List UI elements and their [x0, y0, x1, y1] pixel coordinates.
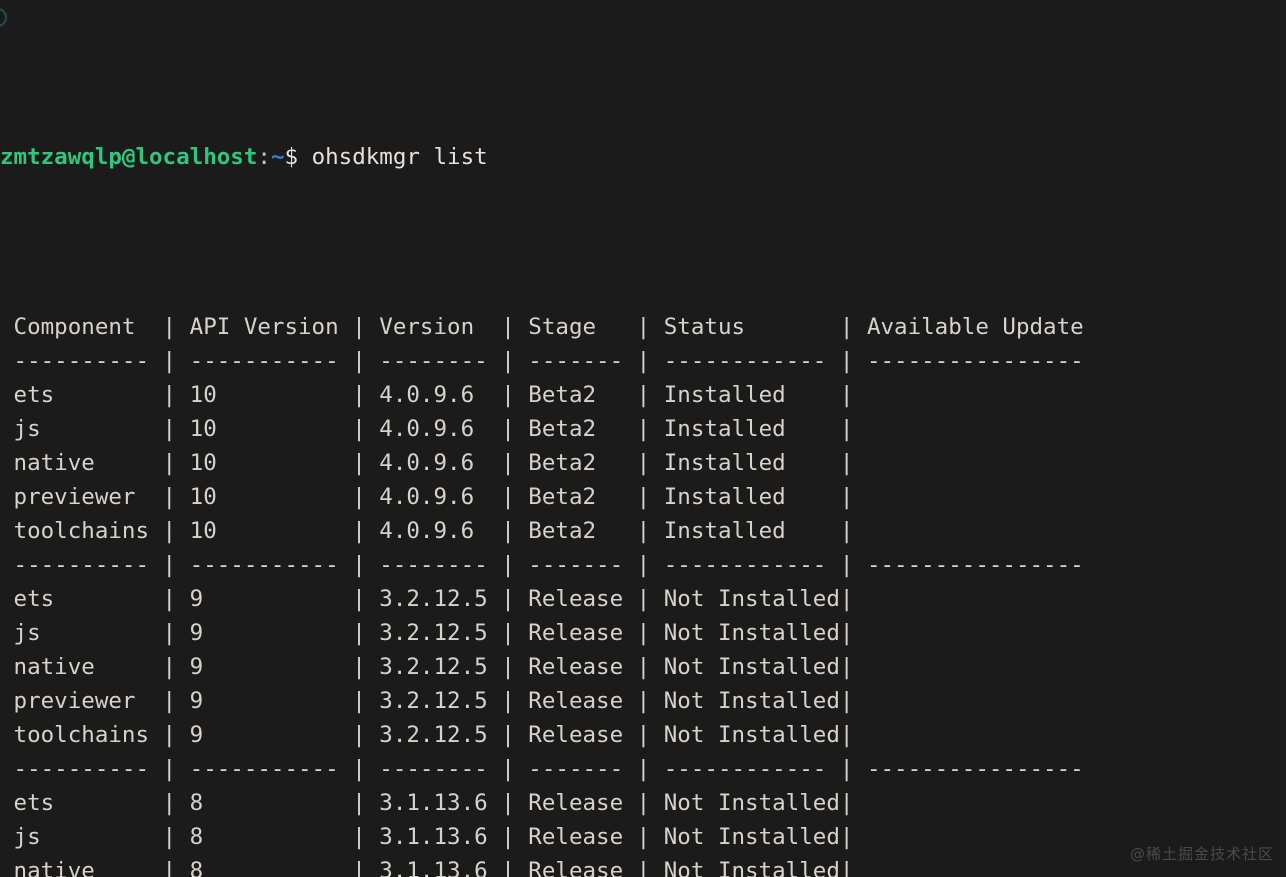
prompt-command-text: ohsdkmgr list [311, 144, 488, 170]
table-row: native | 10 | 4.0.9.6 | Beta2 | Installe… [0, 450, 854, 476]
prompt-user-host: zmtzawqlp@localhost [0, 144, 258, 170]
table-row: native | 9 | 3.2.12.5 | Release | Not In… [0, 654, 854, 680]
table-separator-row: ---------- | ----------- | -------- | --… [0, 552, 1084, 578]
table-row: ets | 10 | 4.0.9.6 | Beta2 | Installed | [0, 382, 854, 408]
table-row: js | 9 | 3.2.12.5 | Release | Not Instal… [0, 620, 854, 646]
table-separator-row: ---------- | ----------- | -------- | --… [0, 348, 1084, 374]
table-row: toolchains | 10 | 4.0.9.6 | Beta2 | Inst… [0, 518, 854, 544]
table-row: native | 8 | 3.1.13.6 | Release | Not In… [0, 858, 854, 877]
prompt-line-command: zmtzawqlp@localhost:~$ ohsdkmgr list [0, 140, 1084, 174]
table-row: previewer | 10 | 4.0.9.6 | Beta2 | Insta… [0, 484, 854, 510]
table-separator-row: ---------- | ----------- | -------- | --… [0, 756, 1084, 782]
table-row: js | 8 | 3.1.13.6 | Release | Not Instal… [0, 824, 854, 850]
watermark: @稀土掘金技术社区 [1129, 845, 1274, 863]
table-row: js | 10 | 4.0.9.6 | Beta2 | Installed | [0, 416, 854, 442]
table-row: ets | 9 | 3.2.12.5 | Release | Not Insta… [0, 586, 854, 612]
terminal-window[interactable]: zmtzawqlp@localhost:~$ ohsdkmgr list Com… [0, 0, 1286, 877]
terminal-output: zmtzawqlp@localhost:~$ ohsdkmgr list Com… [0, 0, 1084, 877]
prompt-colon: : [257, 144, 271, 170]
table-header-row: Component | API Version | Version | Stag… [0, 314, 1084, 340]
prompt-dollar: $ [284, 144, 299, 170]
table-row: previewer | 9 | 3.2.12.5 | Release | Not… [0, 688, 854, 714]
table-row: ets | 8 | 3.1.13.6 | Release | Not Insta… [0, 790, 854, 816]
prompt-path: ~ [270, 144, 285, 170]
sdk-component-table: Component | API Version | Version | Stag… [0, 310, 1084, 877]
table-row: toolchains | 9 | 3.2.12.5 | Release | No… [0, 722, 854, 748]
